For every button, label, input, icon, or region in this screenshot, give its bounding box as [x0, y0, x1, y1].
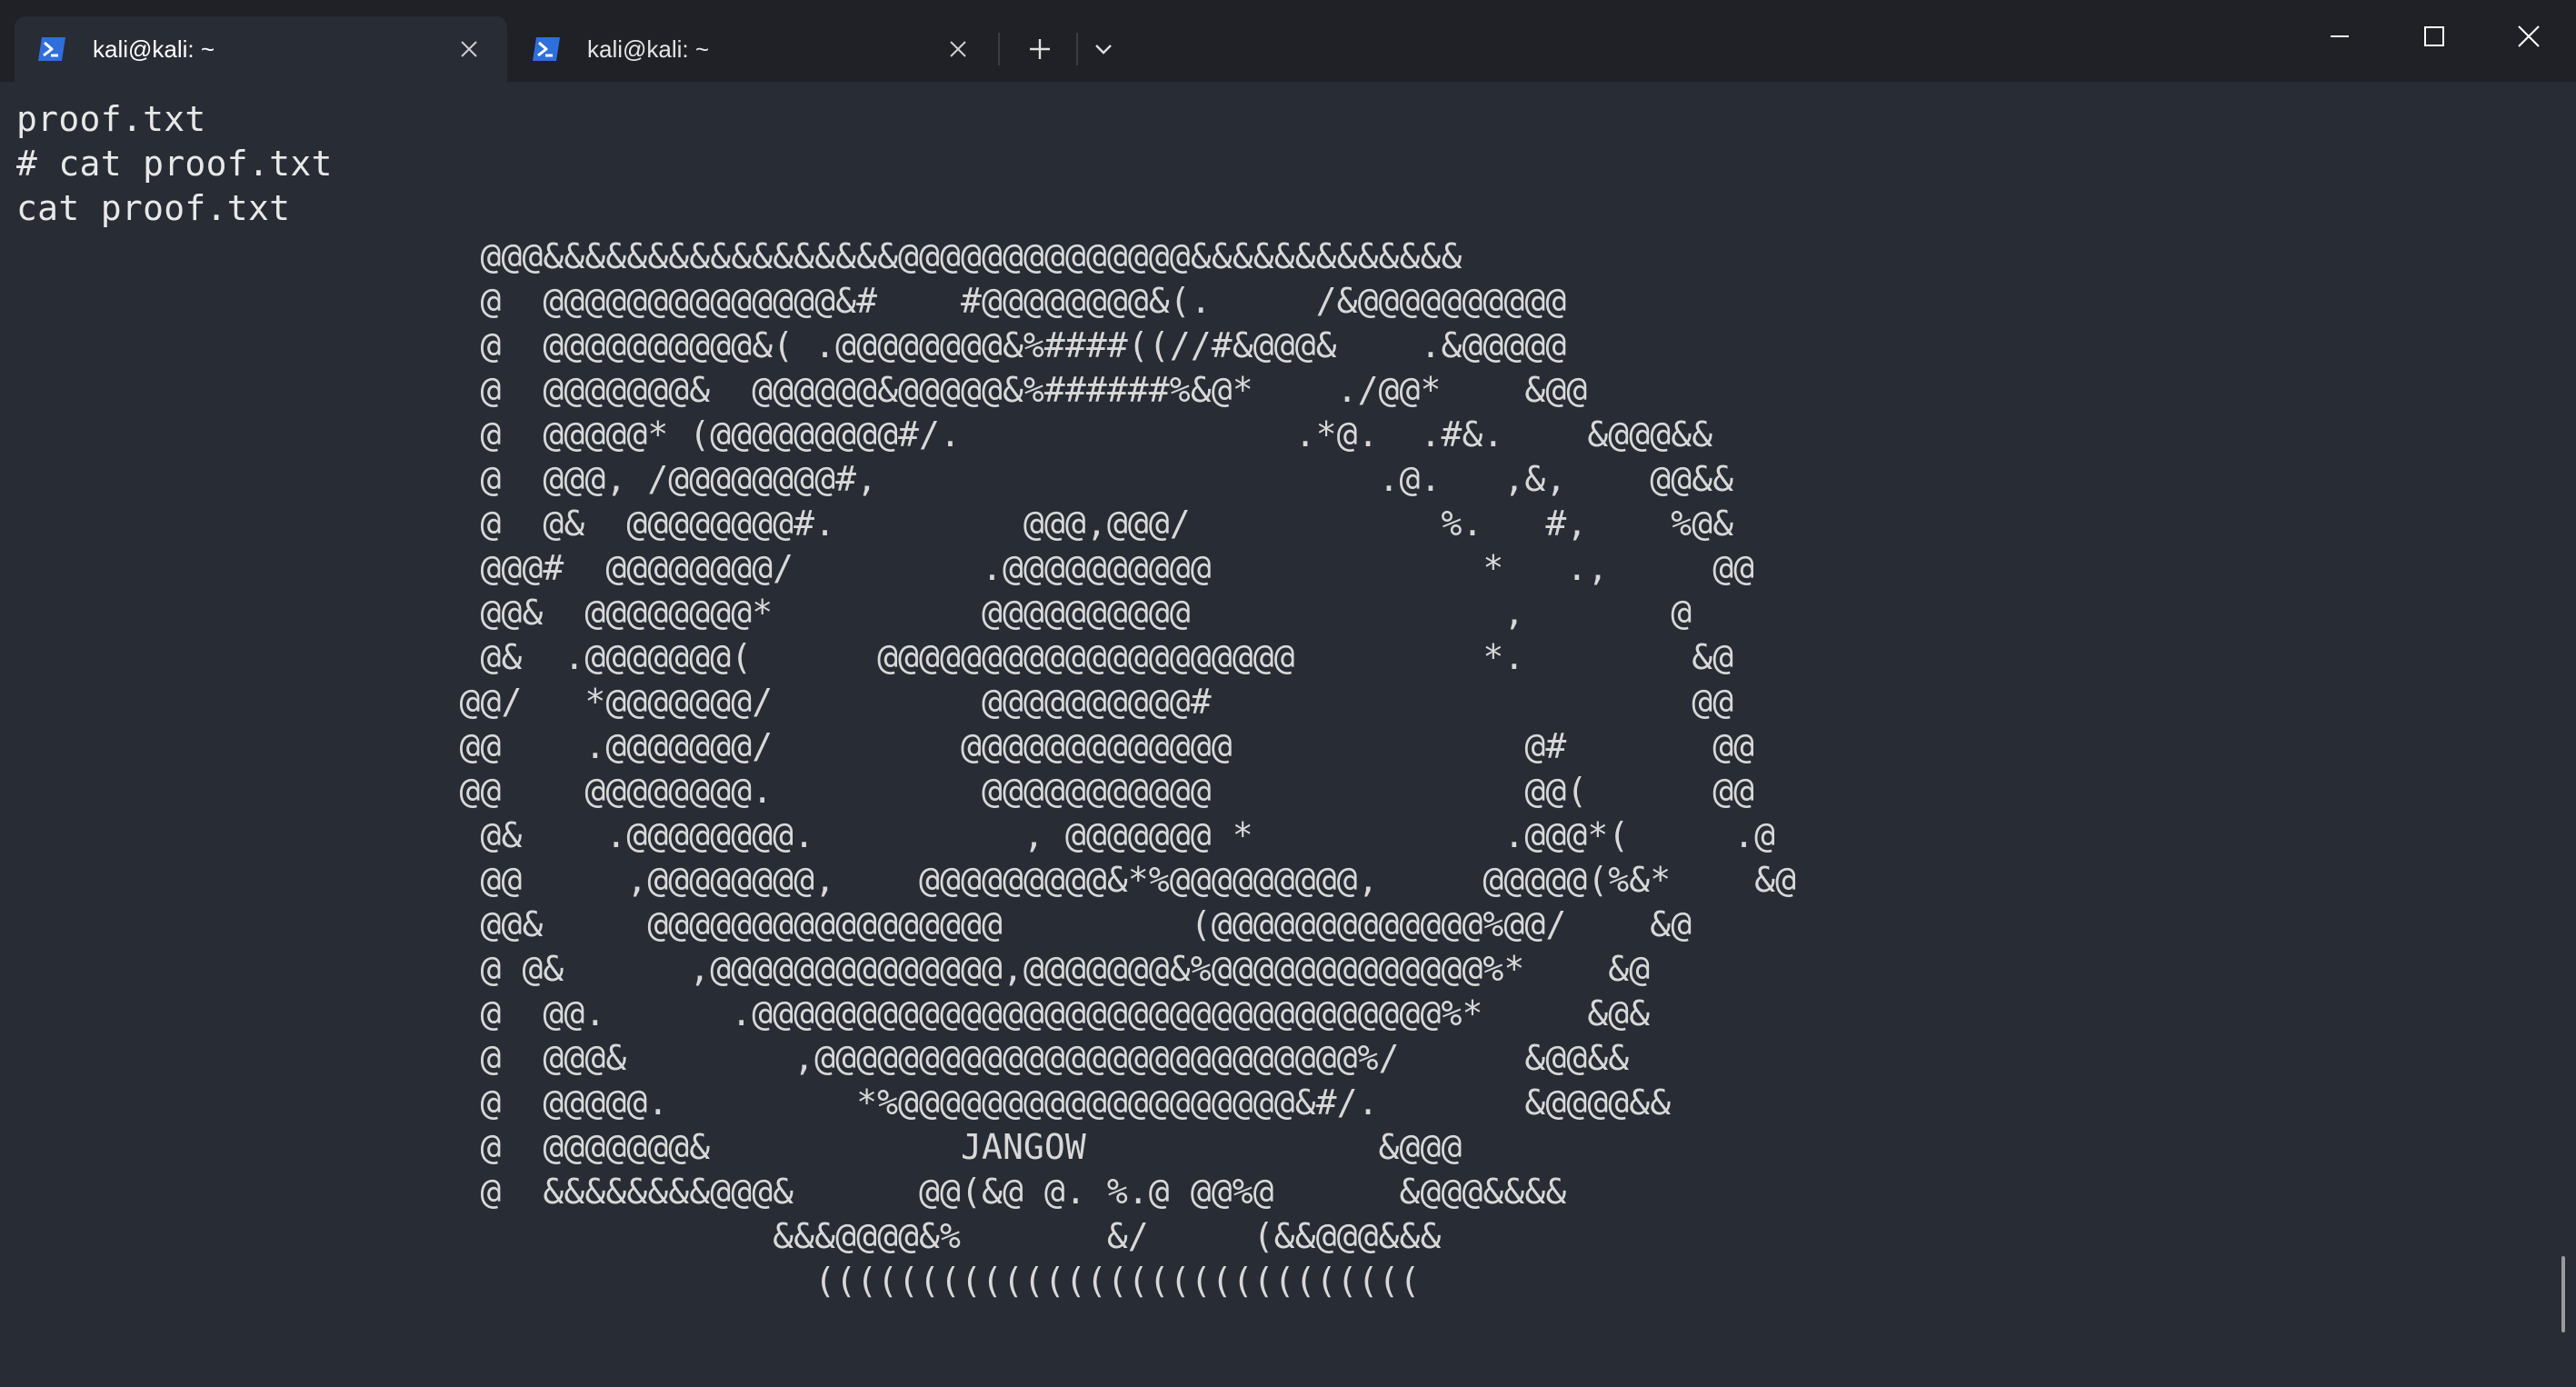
powershell-icon — [36, 35, 67, 63]
terminal-output[interactable]: proof.txt # cat proof.txt cat proof.txt … — [0, 82, 2576, 1387]
tab-title: kali@kali: ~ — [93, 35, 215, 63]
close-tab-icon[interactable] — [449, 29, 489, 69]
new-tab-button[interactable] — [1018, 31, 1062, 71]
minimize-icon — [2329, 25, 2351, 52]
minimize-button[interactable] — [2292, 0, 2387, 76]
plus-icon — [1028, 37, 1052, 65]
chevron-down-icon — [1093, 43, 1113, 60]
maximize-button[interactable] — [2387, 0, 2481, 76]
powershell-icon — [531, 35, 562, 63]
close-tab-icon[interactable] — [938, 29, 978, 69]
tab-1[interactable]: kali@kali: ~ — [15, 16, 507, 82]
tab-title: kali@kali: ~ — [587, 35, 710, 63]
scrollbar-thumb[interactable] — [2561, 1256, 2565, 1332]
tab-dropdown-button[interactable] — [1082, 31, 1125, 71]
maximize-icon — [2423, 25, 2445, 52]
terminal-window: kali@kali: ~ kali@kali: ~ proof.txt # ca… — [0, 0, 2576, 1387]
title-bar: kali@kali: ~ kali@kali: ~ — [0, 0, 2576, 82]
tab-divider — [998, 33, 1000, 65]
command-output: proof.txt # cat proof.txt cat proof.txt — [16, 99, 333, 228]
close-icon — [2517, 25, 2541, 53]
tab-divider — [1076, 33, 1078, 65]
close-window-button[interactable] — [2481, 0, 2576, 76]
ascii-art-banner: @@@&&&&&&&&&&&&&&&&&@@@@@@@@@@@@@@&&&&&&… — [459, 236, 1797, 1301]
tab-2[interactable]: kali@kali: ~ — [509, 16, 996, 82]
